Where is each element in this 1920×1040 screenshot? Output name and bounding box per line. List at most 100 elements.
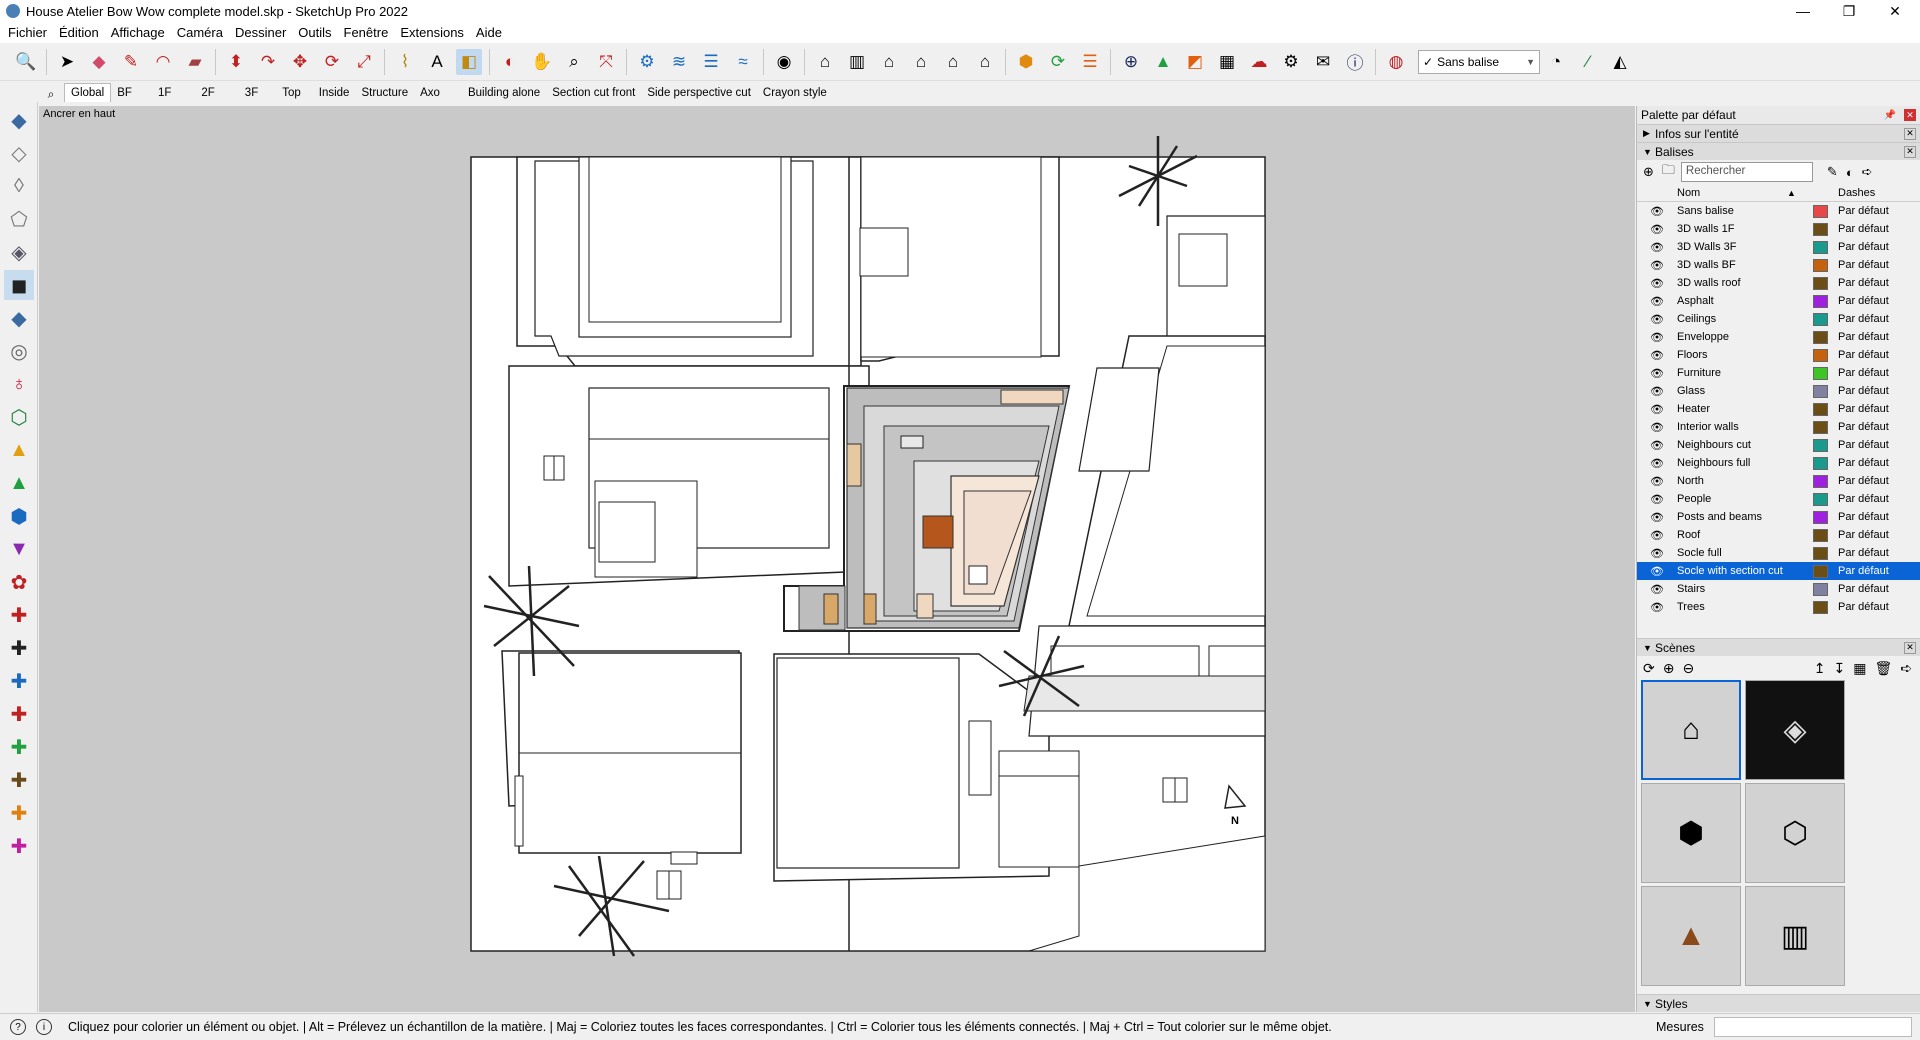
add-folder-icon[interactable]: 🗀 (1662, 161, 1675, 183)
right-view-icon[interactable]: ⌂ (908, 49, 934, 75)
info-icon[interactable]: i (36, 1019, 52, 1035)
move-up-icon[interactable]: ↥ (1814, 660, 1826, 677)
tag-row[interactable]: 👁 Interior walls Par défaut (1637, 418, 1920, 436)
tag-row[interactable]: 👁 Heater Par défaut (1637, 400, 1920, 418)
tag-dash[interactable]: Par défaut (1838, 457, 1889, 469)
tab-side-perspective-cut[interactable]: Side perspective cut (641, 83, 757, 102)
tag-tool-icon[interactable]: ◔ (1543, 49, 1569, 75)
details-icon[interactable]: ➪ (1900, 660, 1912, 677)
mail-icon[interactable]: ✉ (1310, 49, 1336, 75)
tag-dash[interactable]: Par défaut (1838, 313, 1889, 325)
tag-row[interactable]: 👁 Sans balise Par défaut (1637, 202, 1920, 220)
eye-icon[interactable]: 👁 (1637, 457, 1677, 470)
tab-1f[interactable]: 1F (152, 83, 177, 102)
bars-icon[interactable]: ☰ (1077, 49, 1103, 75)
col-dashes[interactable]: Dashes (1838, 187, 1875, 199)
tab-crayon-style[interactable]: Crayon style (757, 83, 833, 102)
add-tag-icon[interactable]: ⊕ (1643, 164, 1654, 180)
tab-bf[interactable]: BF (111, 83, 138, 102)
tag-color-swatch[interactable] (1813, 294, 1828, 308)
menu-fenetre[interactable]: Fenêtre (338, 25, 395, 40)
pan-icon[interactable]: ✋ (529, 49, 555, 75)
rotate-icon[interactable]: ⟳ (319, 49, 345, 75)
menu-outils[interactable]: Outils (292, 25, 337, 40)
tag-row[interactable]: 👁 Stairs Par défaut (1637, 580, 1920, 598)
tag-color-swatch[interactable] (1813, 582, 1828, 596)
plus-icon[interactable]: ⊕ (1118, 49, 1144, 75)
rectangle-icon[interactable]: ▰ (182, 49, 208, 75)
active-tag-select[interactable]: ✓ Sans balise ▼ (1418, 49, 1540, 74)
tag-color-swatch[interactable] (1813, 420, 1828, 434)
tab-section-cut-front[interactable]: Section cut front (546, 83, 641, 102)
restore-button[interactable]: ❐ (1826, 0, 1872, 22)
tab-global[interactable]: Global (64, 83, 112, 102)
axis-tool-6-icon[interactable]: ✚ (4, 765, 34, 795)
tag-dash[interactable]: Par défaut (1838, 223, 1889, 235)
component-yellow-icon[interactable]: ▲ (4, 435, 34, 465)
axis-tool-5-icon[interactable]: ✚ (4, 732, 34, 762)
menu-affichage[interactable]: Affichage (105, 25, 171, 40)
tag-row[interactable]: 👁 Neighbours full Par défaut (1637, 454, 1920, 472)
component-green-icon[interactable]: ▲ (4, 468, 34, 498)
eye-icon[interactable]: 👁 (1637, 385, 1677, 398)
follow-me-icon[interactable]: ↷ (255, 49, 281, 75)
tag-row[interactable]: 👁 Furniture Par défaut (1637, 364, 1920, 382)
eye-icon[interactable]: 👁 (1637, 313, 1677, 326)
tag-row[interactable]: 👁 3D walls 1F Par défaut (1637, 220, 1920, 238)
eye-icon[interactable]: 👁 (1637, 295, 1677, 308)
close-icon[interactable]: ✕ (1904, 641, 1916, 654)
axis-tool-4-icon[interactable]: ✚ (4, 699, 34, 729)
axis-tool-2-icon[interactable]: ✚ (4, 633, 34, 663)
zoom-extents-icon[interactable]: ⤧ (593, 49, 619, 75)
layout-icon[interactable]: ◩ (1182, 49, 1208, 75)
tag-row[interactable]: 👁 Glass Par défaut (1637, 382, 1920, 400)
eye-icon[interactable]: 👁 (1637, 403, 1677, 416)
menu-aide[interactable]: Aide (470, 25, 508, 40)
delete-icon[interactable]: 🗑 (1874, 660, 1892, 677)
zoom-icon[interactable]: ⌕ (561, 49, 587, 75)
tag-color-swatch[interactable] (1813, 276, 1828, 290)
tab-inside[interactable]: Inside (313, 83, 356, 102)
tag-color-swatch[interactable] (1813, 330, 1828, 344)
menu-camera[interactable]: Caméra (171, 25, 229, 40)
tag-dash[interactable]: Par défaut (1838, 241, 1889, 253)
top-view-icon[interactable]: ▥ (844, 49, 870, 75)
remove-scene-icon[interactable]: ⊖ (1682, 660, 1694, 677)
tag-row[interactable]: 👁 Posts and beams Par défaut (1637, 508, 1920, 526)
tag-dash[interactable]: Par défaut (1838, 583, 1889, 595)
tag-dash[interactable]: Par défaut (1838, 547, 1889, 559)
tag-color-swatch[interactable] (1813, 312, 1828, 326)
tag-row[interactable]: 👁 North Par défaut (1637, 472, 1920, 490)
section-plane-icon[interactable]: ⚙ (634, 49, 660, 75)
tag-color-swatch[interactable] (1813, 204, 1828, 218)
tab-building-alone[interactable]: Building alone (462, 83, 546, 102)
tag-row[interactable]: 👁 Trees Par défaut (1637, 598, 1920, 616)
tag-color-swatch[interactable] (1813, 384, 1828, 398)
scene-thumbnail[interactable]: ⬢ (1641, 783, 1741, 883)
tag-row[interactable]: 👁 Ceilings Par défaut (1637, 310, 1920, 328)
tag-row[interactable]: 👁 Neighbours cut Par défaut (1637, 436, 1920, 454)
details-icon[interactable]: ➪ (1862, 164, 1873, 180)
eye-icon[interactable]: 👁 (1637, 439, 1677, 452)
user-icon[interactable]: ◉ (771, 49, 797, 75)
iso-view-icon[interactable]: ⌂ (812, 49, 838, 75)
tag-dash[interactable]: Par défaut (1838, 367, 1889, 379)
tag-row[interactable]: 👁 Enveloppe Par défaut (1637, 328, 1920, 346)
axis-tool-1-icon[interactable]: ✚ (4, 600, 34, 630)
eye-icon[interactable]: 👁 (1637, 277, 1677, 290)
tag-color-swatch[interactable] (1813, 528, 1828, 542)
select-icon[interactable]: ➤ (54, 49, 80, 75)
tag-color-swatch[interactable] (1813, 402, 1828, 416)
tag-color-swatch[interactable] (1813, 366, 1828, 380)
tag-dash[interactable]: Par défaut (1838, 403, 1889, 415)
eye-icon[interactable]: 👁 (1637, 511, 1677, 524)
shadow-style-icon[interactable]: ♁ (4, 369, 34, 399)
eraser-icon[interactable]: ◆ (86, 49, 112, 75)
tree-icon[interactable]: ▲ (1150, 49, 1176, 75)
extension-orange-icon[interactable]: ⬢ (1013, 49, 1039, 75)
scene-thumbnail[interactable]: ⬡ (1745, 783, 1845, 883)
eye-icon[interactable]: 👁 (1637, 205, 1677, 218)
tag-row[interactable]: 👁 Socle full Par défaut (1637, 544, 1920, 562)
styles-header[interactable]: ▼ Styles (1637, 994, 1920, 1012)
close-icon[interactable]: ✕ (1904, 145, 1916, 158)
